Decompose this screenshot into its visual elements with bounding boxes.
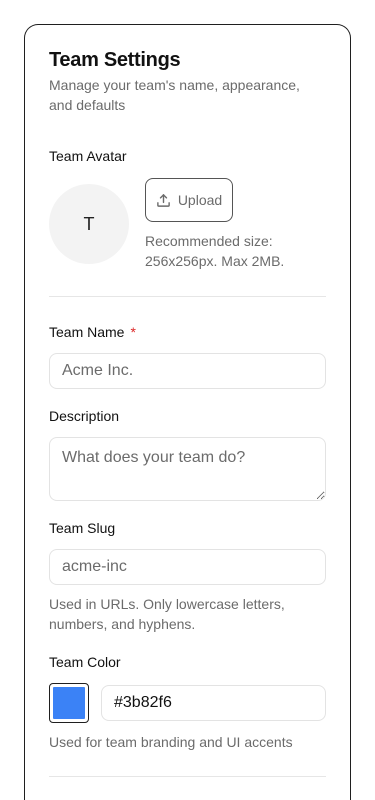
page-subtitle: Manage your team's name, appearance, and… (49, 77, 300, 113)
color-swatch (53, 687, 85, 719)
required-marker: * (130, 324, 136, 340)
description-label: Description (49, 408, 120, 424)
upload-button[interactable]: Upload (145, 178, 233, 222)
team-name-input[interactable] (49, 353, 326, 389)
team-color-label: Team Color (49, 654, 121, 670)
team-slug-hint: Used in URLs. Only lowercase letters, nu… (49, 596, 285, 632)
upload-icon (156, 193, 171, 208)
team-name-label: Team Name * (49, 324, 136, 340)
team-name-label-text: Team Name (49, 324, 125, 340)
upload-button-label: Upload (177, 192, 223, 208)
team-settings-card: Team Settings Manage your team's name, a… (24, 24, 351, 800)
team-slug-input[interactable] (49, 549, 326, 585)
team-slug-label: Team Slug (49, 520, 116, 536)
team-color-input[interactable] (101, 685, 326, 721)
description-textarea[interactable] (49, 437, 326, 501)
color-picker-swatch[interactable] (49, 683, 89, 723)
team-color-hint: Used for team branding and UI accents (49, 734, 293, 750)
avatar-hint: Recommended size: 256x256px. Max 2MB. (145, 233, 285, 269)
divider (49, 296, 326, 297)
page-title: Team Settings (49, 49, 181, 71)
avatar: T (49, 184, 129, 264)
divider (49, 776, 326, 777)
avatar-initial: T (83, 213, 95, 234)
team-avatar-label: Team Avatar (49, 148, 127, 164)
